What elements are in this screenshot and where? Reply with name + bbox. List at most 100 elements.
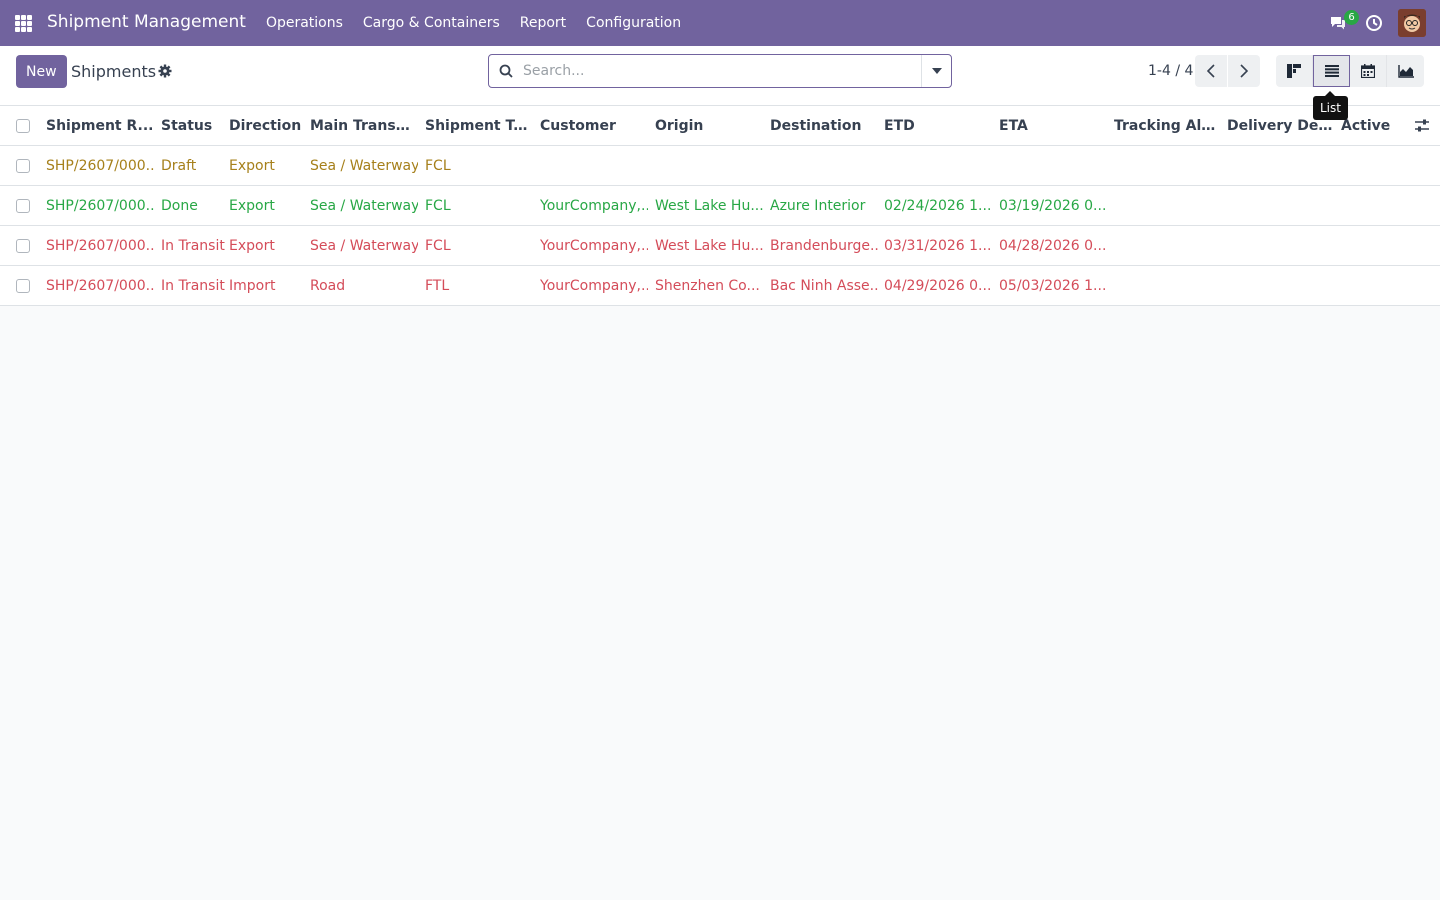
table-row[interactable]: SHP/2607/000... Done Export Sea / Waterway F… [0, 186, 1440, 226]
cell-origin: West Lake Hu... [655, 198, 763, 214]
menu-configuration[interactable]: Configuration [576, 0, 691, 46]
cell-status: Draft [161, 158, 197, 174]
cell-origin: West Lake Hu... [655, 238, 763, 254]
apps-menu-icon[interactable] [0, 0, 46, 46]
column-header-destination[interactable]: Destination [770, 106, 878, 146]
list-view-tooltip: List [1313, 91, 1348, 120]
cell-etd: 03/31/2026 1... [884, 238, 992, 254]
column-header-label: Status [161, 118, 213, 134]
column-header-customer[interactable]: Customer [540, 106, 648, 146]
calendar-icon [1361, 64, 1375, 78]
column-header-etd[interactable]: ETD [884, 106, 992, 146]
cell-active [1341, 186, 1401, 226]
cell-main-transport: Sea / Waterway [310, 238, 418, 254]
column-header-shipment-type[interactable]: Shipment Ty... [425, 106, 533, 146]
cell-active [1341, 146, 1401, 186]
column-header-label: Active [1341, 118, 1391, 134]
table-row[interactable]: SHP/2607/000... Draft Export Sea / Waterway… [0, 146, 1440, 186]
user-avatar[interactable] [1398, 9, 1426, 37]
column-header-status[interactable]: Status [161, 106, 225, 146]
cell-etd: 04/29/2026 0... [884, 278, 992, 294]
optional-columns-icon[interactable] [1414, 118, 1430, 134]
cell-shipment-ref: SHP/2607/000... [46, 238, 154, 254]
caret-down-icon [931, 68, 942, 74]
cell-destination: Bac Ninh Asse... [770, 278, 878, 294]
column-header-direction[interactable]: Direction [229, 106, 307, 146]
cell-etd: 02/24/2026 1... [884, 198, 992, 214]
cell-customer: YourCompany,... [540, 238, 648, 254]
menu-operations[interactable]: Operations [256, 0, 353, 46]
pager-value[interactable]: 1-4 / 4 [1148, 63, 1193, 79]
column-header-active[interactable]: Active [1341, 106, 1401, 146]
app-brand[interactable]: Shipment Management [46, 0, 256, 46]
cell-eta: 04/28/2026 0... [999, 238, 1107, 254]
list-view-button[interactable] [1313, 55, 1350, 87]
table-row[interactable]: SHP/2607/000... In Transit Export Sea / Wat… [0, 226, 1440, 266]
column-header-origin[interactable]: Origin [655, 106, 763, 146]
select-all-checkbox[interactable] [16, 119, 30, 133]
cell-tracking-alert [1114, 266, 1222, 306]
activity-clock-icon[interactable] [1356, 0, 1392, 46]
pager-previous-button[interactable] [1195, 55, 1227, 87]
page-title[interactable]: Shipments [71, 62, 156, 81]
cell-delivery-delay [1227, 146, 1335, 186]
search-options-toggle[interactable] [921, 55, 951, 87]
cell-eta [999, 146, 1107, 186]
cell-main-transport: Sea / Waterway [310, 198, 418, 214]
cell-status: In Transit [161, 278, 225, 294]
kanban-view-button[interactable] [1276, 55, 1313, 87]
list-icon [1324, 65, 1339, 77]
column-header-eta[interactable]: ETA [999, 106, 1107, 146]
cell-eta: 03/19/2026 0... [999, 198, 1107, 214]
menu-report[interactable]: Report [510, 0, 576, 46]
search-bar [488, 54, 952, 88]
column-header-label: Customer [540, 118, 616, 134]
new-button[interactable]: New [16, 55, 67, 88]
cell-shipment-type: FTL [425, 278, 450, 294]
table-row[interactable]: SHP/2607/000... In Transit Import Road FTL Yo… [0, 266, 1440, 306]
column-header-label: Origin [655, 118, 704, 134]
cell-shipment-type: FCL [425, 238, 451, 254]
menu-cargo-containers[interactable]: Cargo & Containers [353, 0, 510, 46]
column-header-label: Shipment Ty... [425, 118, 533, 134]
search-input[interactable] [523, 63, 921, 79]
cell-destination [770, 146, 878, 186]
graph-view-button[interactable] [1387, 55, 1424, 87]
column-header-tracking-alert[interactable]: Tracking Alert [1114, 106, 1222, 146]
column-header-label: Main Transp... [310, 118, 418, 134]
cell-main-transport: Road [310, 278, 346, 294]
column-header-label: Tracking Alert [1114, 118, 1222, 134]
cell-origin: Shenzhen Co... [655, 278, 760, 294]
column-header-shipment-ref[interactable]: Shipment R... [46, 106, 154, 146]
search-icon [489, 55, 523, 87]
column-header-label: Delivery Del... [1227, 118, 1335, 134]
cell-active [1341, 266, 1401, 306]
cell-shipment-ref: SHP/2607/000... [46, 278, 154, 294]
cell-delivery-delay [1227, 226, 1335, 266]
cell-customer [540, 146, 648, 186]
column-header-main-transport[interactable]: Main Transp... [310, 106, 418, 146]
calendar-view-button[interactable] [1350, 55, 1387, 87]
pager-next-button[interactable] [1228, 55, 1260, 87]
shipments-table: Shipment R... Status Direction Main Transp.… [0, 106, 1440, 306]
area-chart-icon [1397, 64, 1414, 78]
cell-etd [884, 146, 992, 186]
view-switcher [1276, 55, 1424, 87]
column-header-label: Direction [229, 118, 302, 134]
cell-eta: 05/03/2026 1... [999, 278, 1107, 294]
cell-delivery-delay [1227, 266, 1335, 306]
cell-shipment-type: FCL [425, 158, 451, 174]
cell-status: In Transit [161, 238, 225, 254]
table-header-row: Shipment R... Status Direction Main Transp.… [0, 106, 1440, 146]
cell-active [1341, 226, 1401, 266]
row-checkbox[interactable] [16, 279, 30, 293]
row-checkbox[interactable] [16, 199, 30, 213]
gear-icon[interactable] [157, 63, 173, 79]
cell-destination: Azure Interior [770, 198, 866, 214]
column-header-label: Destination [770, 118, 862, 134]
cell-direction: Import [229, 278, 276, 294]
row-checkbox[interactable] [16, 159, 30, 173]
cell-status: Done [161, 198, 198, 214]
messaging-icon[interactable]: 6 [1320, 0, 1359, 46]
row-checkbox[interactable] [16, 239, 30, 253]
